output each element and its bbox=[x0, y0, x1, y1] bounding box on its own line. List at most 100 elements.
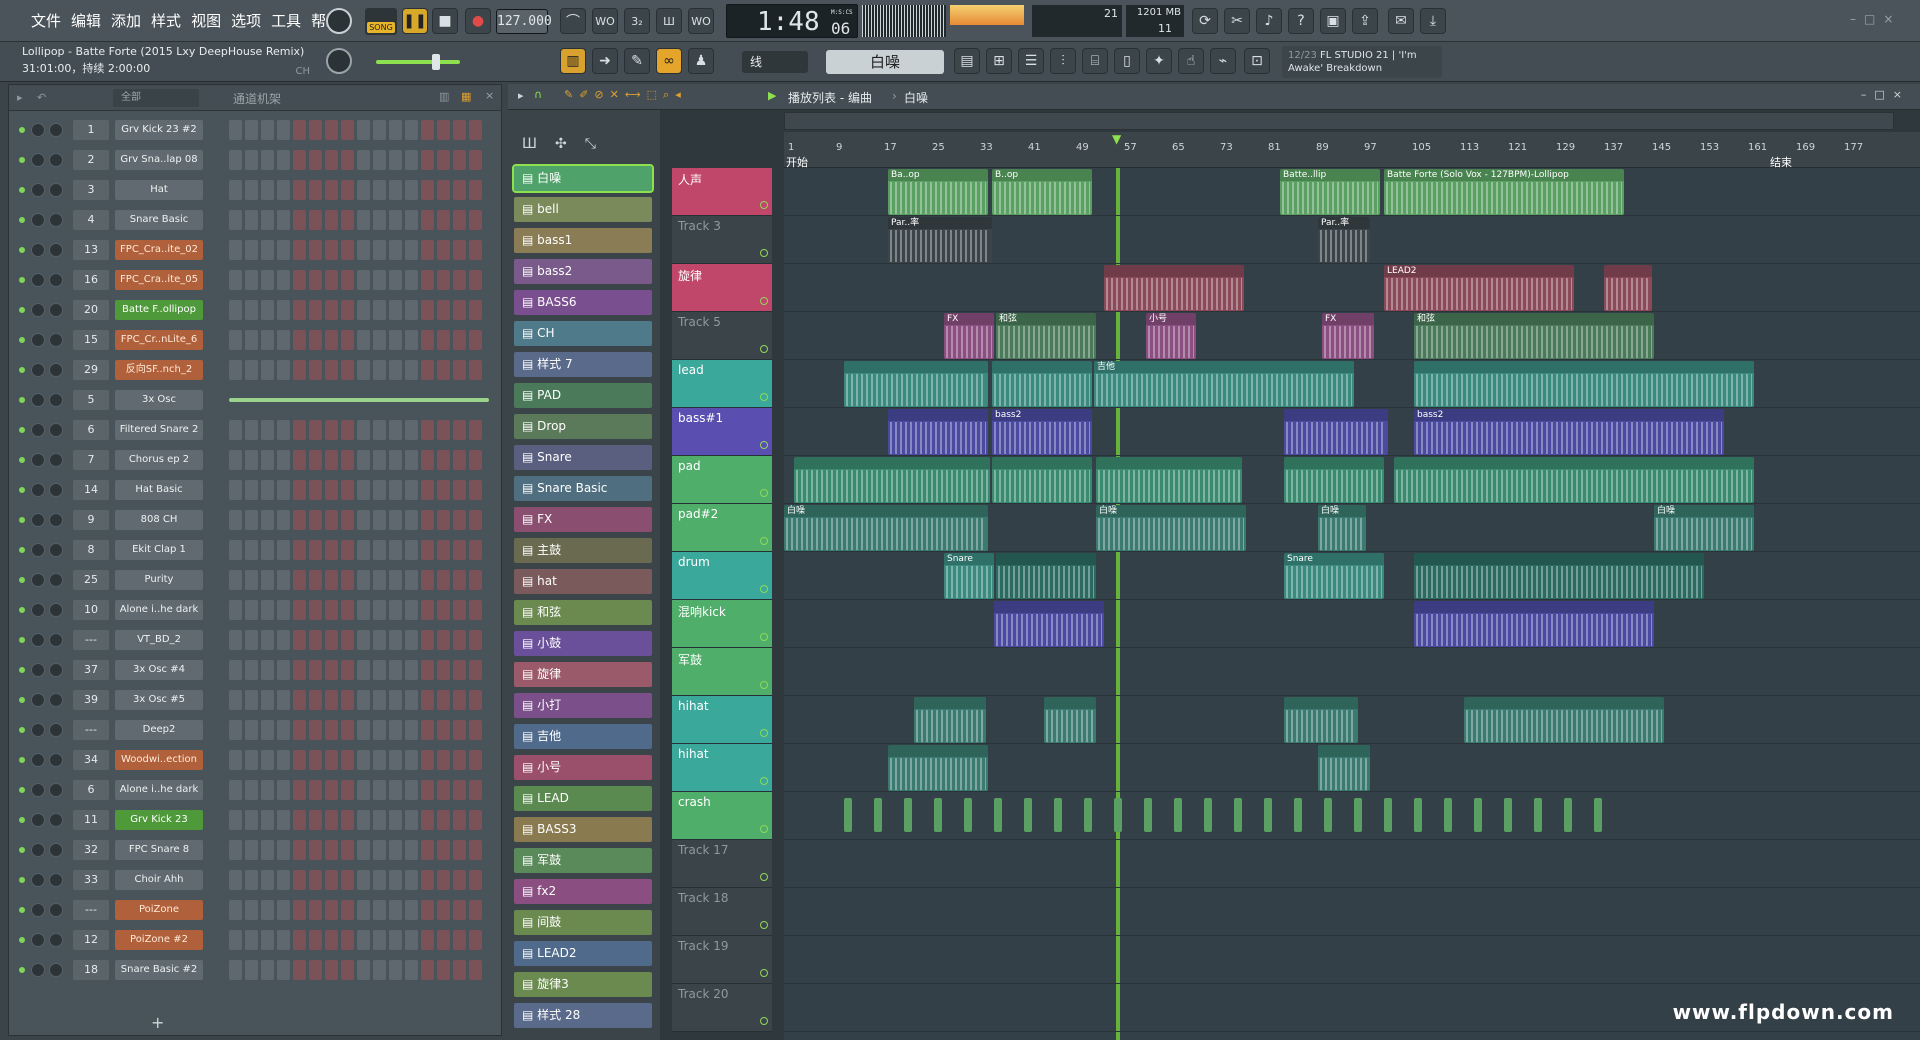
mixer-track-number[interactable]: 14 bbox=[73, 480, 109, 500]
channel-name-button[interactable]: FPC Snare 8 bbox=[115, 840, 203, 860]
step-button[interactable] bbox=[245, 750, 258, 770]
step-button[interactable] bbox=[229, 810, 242, 830]
pattern-item[interactable]: ▤ hat bbox=[514, 569, 652, 594]
step-button[interactable] bbox=[421, 960, 434, 980]
step-button[interactable] bbox=[341, 780, 354, 800]
pattern-item[interactable]: ▤ bell bbox=[514, 197, 652, 222]
pattern-item[interactable]: ▤ 白噪 bbox=[512, 164, 654, 193]
step-buttons[interactable] bbox=[229, 540, 489, 560]
playlist-clip[interactable]: 和弦 bbox=[1414, 313, 1654, 359]
step-button[interactable] bbox=[389, 150, 402, 170]
step-button[interactable] bbox=[229, 690, 242, 710]
channel-row[interactable]: 25 Purity bbox=[9, 565, 503, 595]
arrangement-grid[interactable]: Ba..op B..op Batte..llip Batte Forte (Solo … bbox=[784, 168, 1920, 1040]
step-button[interactable] bbox=[453, 450, 466, 470]
playlist-clip[interactable]: Par..率 bbox=[1318, 217, 1370, 263]
step-button[interactable] bbox=[373, 510, 386, 530]
step-button[interactable] bbox=[405, 270, 418, 290]
step-button[interactable] bbox=[293, 450, 306, 470]
track-header[interactable]: crash bbox=[672, 792, 772, 840]
step-button[interactable] bbox=[309, 270, 322, 290]
track-mute-led[interactable] bbox=[760, 297, 768, 305]
step-button[interactable] bbox=[245, 540, 258, 560]
step-button[interactable] bbox=[437, 570, 450, 590]
step-button[interactable] bbox=[389, 180, 402, 200]
volume-knob[interactable] bbox=[49, 303, 63, 317]
step-button[interactable] bbox=[421, 450, 434, 470]
step-button[interactable] bbox=[421, 750, 434, 770]
volume-knob[interactable] bbox=[49, 873, 63, 887]
rack-steps-icon[interactable]: ▦ bbox=[461, 90, 471, 103]
playhead-marker[interactable]: ▼ bbox=[1112, 132, 1121, 146]
step-button[interactable] bbox=[373, 930, 386, 950]
step-button[interactable] bbox=[325, 900, 338, 920]
playlist-clip[interactable]: 白噪 bbox=[1096, 505, 1246, 551]
step-button[interactable] bbox=[373, 420, 386, 440]
step-buttons[interactable] bbox=[229, 870, 489, 890]
step-button[interactable] bbox=[293, 540, 306, 560]
step-button[interactable] bbox=[245, 600, 258, 620]
step-button[interactable] bbox=[357, 630, 370, 650]
step-button[interactable] bbox=[405, 180, 418, 200]
stamp-icon[interactable]: ♟ bbox=[688, 48, 714, 74]
step-button[interactable] bbox=[293, 210, 306, 230]
channel-name-button[interactable]: Batte F..ollipop bbox=[115, 300, 203, 320]
step-button[interactable] bbox=[293, 630, 306, 650]
channel-led[interactable] bbox=[19, 517, 25, 523]
playlist-clip[interactable] bbox=[1044, 697, 1096, 743]
step-button[interactable] bbox=[405, 660, 418, 680]
track-header[interactable]: drum bbox=[672, 552, 772, 600]
step-button[interactable] bbox=[245, 690, 258, 710]
step-button[interactable] bbox=[389, 900, 402, 920]
channel-name-button[interactable]: Chorus ep 2 bbox=[115, 450, 203, 470]
step-button[interactable] bbox=[437, 690, 450, 710]
channel-led[interactable] bbox=[19, 457, 25, 463]
step-button[interactable] bbox=[421, 870, 434, 890]
step-button[interactable] bbox=[469, 210, 482, 230]
close-icon[interactable]: × bbox=[1883, 12, 1901, 26]
step-button[interactable] bbox=[373, 330, 386, 350]
step-button[interactable] bbox=[309, 360, 322, 380]
step-button[interactable] bbox=[421, 660, 434, 680]
step-button[interactable] bbox=[421, 210, 434, 230]
step-button[interactable] bbox=[437, 960, 450, 980]
track-header[interactable]: pad#2 bbox=[672, 504, 772, 552]
pan-knob[interactable] bbox=[31, 423, 45, 437]
pan-knob[interactable] bbox=[31, 633, 45, 647]
volume-knob[interactable] bbox=[49, 363, 63, 377]
volume-knob[interactable] bbox=[49, 513, 63, 527]
step-button[interactable] bbox=[389, 240, 402, 260]
channel-led[interactable] bbox=[19, 157, 25, 163]
step-button[interactable] bbox=[421, 720, 434, 740]
volume-knob[interactable] bbox=[49, 843, 63, 857]
track-mute-led[interactable] bbox=[760, 537, 768, 545]
step-button[interactable] bbox=[229, 900, 242, 920]
playlist-clip[interactable]: 白噪 bbox=[1318, 505, 1366, 551]
pattern-item[interactable]: ▤ Snare Basic bbox=[514, 476, 652, 501]
track-header[interactable]: Track 19 bbox=[672, 936, 772, 984]
channel-name-button[interactable]: 3x Osc bbox=[115, 390, 203, 410]
volume-knob[interactable] bbox=[49, 783, 63, 797]
step-button[interactable] bbox=[469, 510, 482, 530]
playlist-clip[interactable] bbox=[888, 409, 988, 455]
channel-led[interactable] bbox=[19, 277, 25, 283]
track-header[interactable]: 人声 bbox=[672, 168, 772, 216]
step-button[interactable] bbox=[277, 480, 290, 500]
mixer-track-number[interactable]: 9 bbox=[73, 510, 109, 530]
step-button[interactable] bbox=[405, 810, 418, 830]
volume-knob[interactable] bbox=[49, 483, 63, 497]
step-button[interactable] bbox=[309, 540, 322, 560]
pan-knob[interactable] bbox=[31, 453, 45, 467]
playlist-arrow-icon[interactable]: ▸ bbox=[518, 89, 524, 102]
step-button[interactable] bbox=[341, 630, 354, 650]
step-button[interactable] bbox=[469, 810, 482, 830]
step-button[interactable] bbox=[453, 480, 466, 500]
channel-row[interactable]: 7 Chorus ep 2 bbox=[9, 445, 503, 475]
track-header[interactable]: Track 17 bbox=[672, 840, 772, 888]
step-button[interactable] bbox=[245, 900, 258, 920]
channel-name-button[interactable]: Snare Basic bbox=[115, 210, 203, 230]
step-button[interactable] bbox=[341, 900, 354, 920]
step-button[interactable] bbox=[309, 150, 322, 170]
channel-name-button[interactable]: FPC_Cra..ite_05 bbox=[115, 270, 203, 290]
pan-knob[interactable] bbox=[31, 663, 45, 677]
